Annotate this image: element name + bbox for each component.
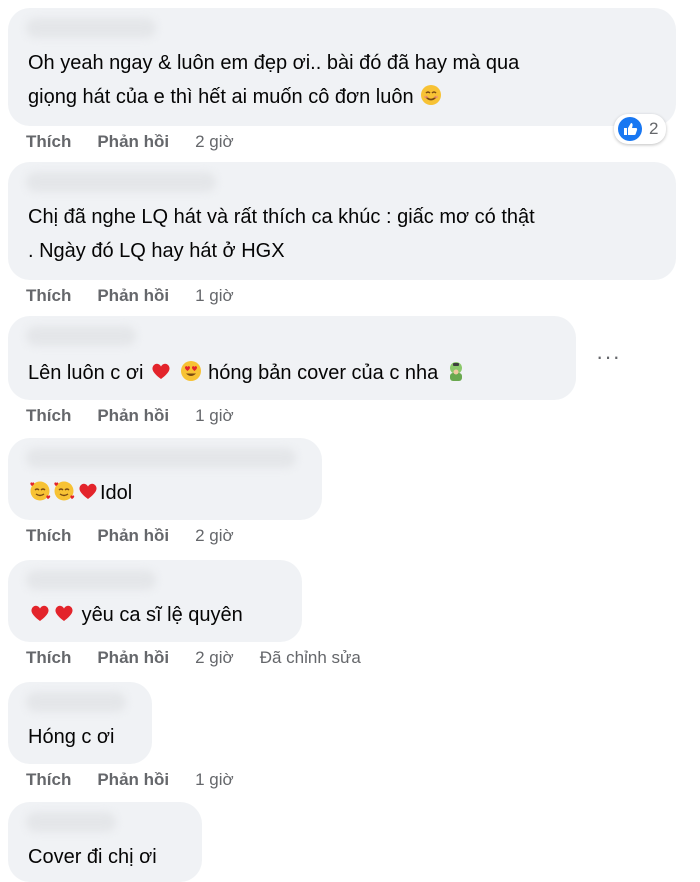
- comment-text-part: hóng bản cover của c nha: [208, 362, 439, 384]
- comment-text-part: Idol: [100, 482, 133, 504]
- comment-bubble: yêu ca sĩ lệ quyên: [8, 560, 302, 642]
- comment-text: Cover đi chị ơi: [28, 840, 157, 874]
- reply-button[interactable]: Phản hồi: [97, 770, 169, 790]
- comment-text: Lên luôn c ơi hóng bản cover của c nha: [28, 356, 468, 390]
- like-button[interactable]: Thích: [26, 132, 71, 152]
- reply-button[interactable]: Phản hồi: [97, 406, 169, 426]
- commenter-name-redacted: [26, 18, 156, 38]
- like-button[interactable]: Thích: [26, 648, 71, 668]
- comment-bubble: Chị đã nghe LQ hát và rất thích ca khúc …: [8, 162, 676, 280]
- smiling-hearts-icon: [30, 481, 51, 501]
- comment-text-line-2: giọng hát của e thì hết ai muốn cô đơn l…: [28, 86, 414, 108]
- commenter-name-redacted: [26, 812, 116, 832]
- comment-text-part: Lên luôn c ơi: [28, 362, 144, 384]
- comment-bubble: Oh yeah ngay & luôn em đẹp ơi.. bài đó đ…: [8, 8, 676, 126]
- comment-text: Chị đã nghe LQ hát và rất thích ca khúc …: [28, 200, 535, 268]
- comment-time[interactable]: 1 giờ: [195, 406, 234, 426]
- comment-text-part: Hóng c ơi: [28, 726, 115, 748]
- comment-text: Hóng c ơi: [28, 720, 114, 754]
- more-options-button[interactable]: ···: [596, 344, 621, 370]
- comment-text: Oh yeah ngay & luôn em đẹp ơi.. bài đó đ…: [28, 46, 519, 114]
- reply-button[interactable]: Phản hồi: [97, 526, 169, 546]
- comment-text-line: . Ngày đó LQ hay hát ở HGX: [28, 240, 285, 262]
- smiling-face-icon: [421, 85, 442, 105]
- heart-icon: [79, 483, 97, 499]
- heart-icon: [152, 363, 170, 379]
- like-button[interactable]: Thích: [26, 286, 71, 306]
- smiling-hearts-icon: [54, 481, 75, 501]
- comment-time[interactable]: 2 giờ: [195, 132, 234, 152]
- like-button[interactable]: Thích: [26, 526, 71, 546]
- commenter-name-redacted: [26, 326, 136, 346]
- comment-bubble: Hóng c ơi: [8, 682, 152, 764]
- heart-icon: [31, 605, 49, 621]
- comment-actions: Thích Phản hồi 2 giờ Đã chỉnh sửa: [26, 648, 361, 668]
- comment-actions: Thích Phản hồi 2 giờ: [26, 526, 234, 546]
- reply-button[interactable]: Phản hồi: [97, 648, 169, 668]
- comment-text: yêu ca sĩ lệ quyên: [28, 598, 243, 632]
- commenter-name-redacted: [26, 570, 156, 590]
- comment-time[interactable]: 1 giờ: [195, 286, 234, 306]
- heart-eyes-icon: [180, 361, 201, 381]
- like-button[interactable]: Thích: [26, 770, 71, 790]
- like-button[interactable]: Thích: [26, 406, 71, 426]
- commenter-name-redacted: [26, 172, 216, 192]
- comment-actions: Thích Phản hồi 2 giờ: [26, 132, 234, 152]
- reply-button[interactable]: Phản hồi: [97, 286, 169, 306]
- comment-bubble: Idol: [8, 438, 322, 520]
- edited-label[interactable]: Đã chỉnh sửa: [260, 648, 361, 668]
- commenter-name-redacted: [26, 692, 126, 712]
- heart-icon: [55, 605, 73, 621]
- comment-actions: Thích Phản hồi 1 giờ: [26, 286, 234, 306]
- reaction-summary[interactable]: 2: [614, 114, 667, 144]
- comment-actions: Thích Phản hồi 1 giờ: [26, 770, 234, 790]
- comment-bubble: Cover đi chị ơi: [8, 802, 202, 882]
- reaction-count: 2: [649, 119, 659, 138]
- comment-actions: Thích Phản hồi 1 giờ: [26, 406, 234, 426]
- face-palm-icon: [449, 362, 462, 381]
- comment-time[interactable]: 2 giờ: [195, 526, 234, 546]
- comment-text-part: yêu ca sĩ lệ quyên: [81, 604, 243, 626]
- comment-text-line: Oh yeah ngay & luôn em đẹp ơi.. bài đó đ…: [28, 52, 520, 74]
- comment-text: Idol: [28, 476, 132, 510]
- comment-bubble: Lên luôn c ơi hóng bản cover của c nha: [8, 316, 576, 400]
- reply-button[interactable]: Phản hồi: [97, 132, 169, 152]
- comment-time[interactable]: 2 giờ: [195, 648, 234, 668]
- comment-text-line: giọng hát của e thì hết ai muốn cô đơn l…: [28, 80, 519, 114]
- comment-text-line: Chị đã nghe LQ hát và rất thích ca khúc …: [28, 206, 535, 228]
- like-thumb-icon: [618, 117, 642, 141]
- comment-time[interactable]: 1 giờ: [195, 770, 234, 790]
- commenter-name-redacted: [26, 448, 296, 468]
- comment-text-part: Cover đi chị ơi: [28, 846, 157, 868]
